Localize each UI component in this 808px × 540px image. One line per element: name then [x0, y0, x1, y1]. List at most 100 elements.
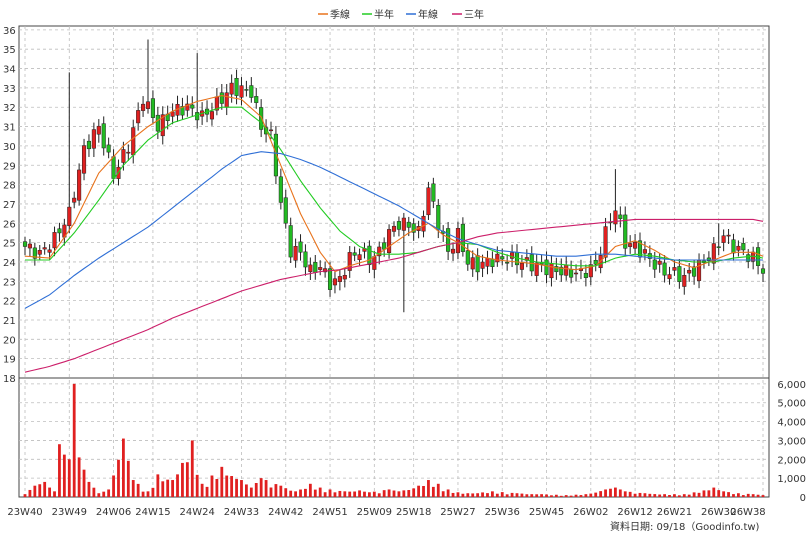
volume-bar: [564, 495, 568, 497]
volume-bar: [97, 493, 101, 497]
volume-bar: [451, 492, 455, 497]
candle-body: [470, 257, 475, 270]
volume-tick-label: 5,000: [777, 399, 806, 410]
volume-bar: [466, 493, 470, 497]
volume-bar: [382, 490, 386, 497]
x-tick-label: 23W40: [7, 507, 42, 518]
candle-body: [677, 266, 682, 282]
volume-bar: [525, 494, 529, 497]
candle-body: [77, 169, 82, 201]
candle-body: [652, 259, 657, 270]
volume-bar: [446, 489, 450, 497]
candle-body: [303, 251, 308, 268]
candle-body: [544, 259, 549, 276]
volume-tick-label: 4,000: [777, 418, 806, 429]
candle-body: [52, 232, 57, 249]
candle-body: [682, 275, 687, 287]
price-tick-label: 27: [3, 200, 16, 211]
candle-body: [352, 252, 357, 256]
volume-bar: [500, 492, 504, 497]
price-tick-label: 19: [3, 355, 16, 366]
volume-bar: [107, 489, 111, 497]
price-tick-label: 25: [3, 239, 16, 250]
volume-bar: [338, 490, 342, 497]
volume-bar: [476, 493, 480, 497]
volume-bar: [48, 487, 51, 497]
volume-bar: [151, 487, 155, 497]
candle-body: [318, 267, 323, 270]
volume-bar: [392, 490, 396, 497]
volume-bar: [653, 494, 657, 497]
candle-body: [150, 98, 155, 118]
candle-body: [382, 242, 387, 250]
candle-body: [490, 258, 495, 267]
volume-bar: [687, 494, 691, 497]
volume-bar: [368, 492, 371, 497]
candle-body: [391, 225, 397, 232]
price-tick-label: 31: [3, 123, 16, 134]
x-tick-label: 24W24: [180, 507, 215, 518]
volume-bar: [697, 492, 701, 497]
candle-body: [519, 262, 524, 270]
volume-bar: [67, 459, 71, 497]
candle-body: [96, 125, 101, 135]
candle-body: [244, 89, 249, 91]
candle-body: [421, 215, 426, 232]
volume-bar: [599, 491, 603, 497]
volume-bar: [304, 488, 307, 497]
volume-bar: [358, 490, 361, 497]
candle-body: [564, 264, 569, 276]
volume-bar: [609, 488, 612, 497]
volume-bar: [756, 494, 760, 497]
candle-body: [219, 92, 224, 104]
volume-tick-label: 1,000: [777, 474, 806, 485]
price-tick-label: 22: [3, 297, 16, 308]
volume-bar: [259, 478, 263, 497]
volume-bar: [535, 494, 539, 497]
volume-bar: [427, 480, 430, 497]
volume-bar: [308, 483, 312, 497]
candle-body: [426, 187, 431, 216]
volume-bar: [550, 495, 553, 497]
x-tick-label: 25W36: [485, 507, 520, 518]
volume-bar: [131, 480, 135, 497]
volume-bar: [117, 459, 120, 497]
candle-body: [136, 110, 141, 124]
volume-bar: [530, 494, 534, 497]
candle-body: [696, 260, 702, 281]
candle-body: [633, 241, 638, 249]
volume-bar: [166, 479, 170, 497]
x-tick-label: 25W27: [440, 507, 475, 518]
candle-body: [106, 144, 111, 153]
footer-source: 資料日期: 09/18（Goodinfo.tw): [610, 520, 760, 533]
volume-bar: [471, 493, 475, 497]
volume-bar: [387, 489, 391, 497]
volume-bar: [245, 484, 248, 497]
volume-bar: [136, 483, 140, 497]
candle-body: [190, 104, 195, 109]
volume-bar: [648, 493, 652, 497]
volume-bar: [53, 491, 56, 497]
volume-bar: [156, 474, 160, 497]
candle-body: [170, 111, 175, 117]
x-tick-label: 26W21: [657, 507, 692, 518]
volume-bar: [72, 383, 76, 497]
volume-bar: [77, 457, 81, 497]
volume-bar: [279, 485, 283, 497]
volume-bar: [210, 475, 214, 497]
candle-body: [234, 78, 239, 96]
volume-bar: [584, 494, 588, 497]
candle-body: [726, 234, 731, 237]
volume-bar: [205, 486, 209, 497]
candle-body: [313, 262, 318, 273]
volume-bar: [633, 493, 637, 497]
price-tick-label: 30: [3, 142, 16, 153]
candle-body: [229, 82, 234, 95]
volume-bar: [28, 489, 32, 497]
volume-bar: [712, 487, 716, 497]
volume-bar: [579, 495, 583, 497]
price-tick-label: 29: [3, 161, 16, 172]
candle-body: [672, 267, 677, 271]
candle-body: [298, 241, 303, 253]
volume-bar: [614, 487, 617, 497]
